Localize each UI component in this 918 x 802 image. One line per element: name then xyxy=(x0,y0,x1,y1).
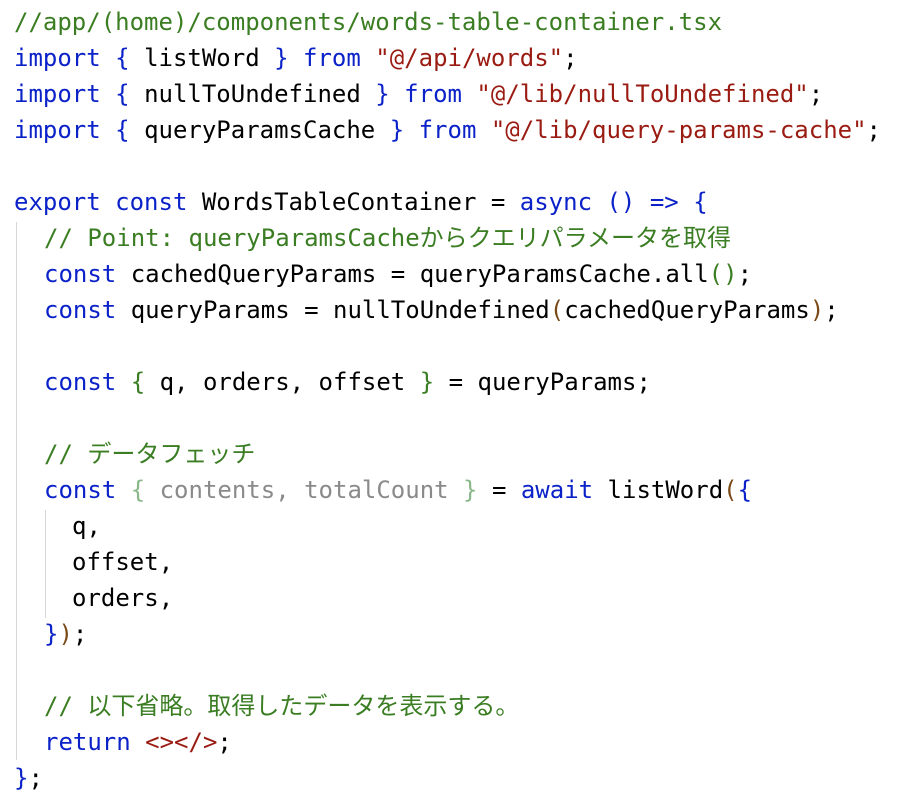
point-comment: // Point: queryParamsCacheからクエリパラメータを取得 xyxy=(44,224,731,252)
omitted-comment: // 以下省略。取得したデータを表示する。 xyxy=(44,692,520,720)
file-path-comment: //app/(home)/components/words-table-cont… xyxy=(14,8,723,36)
cached-params-line: const cachedQueryParams = queryParamsCac… xyxy=(44,260,753,288)
export-declaration-line: export const WordsTableContainer = async… xyxy=(14,188,708,216)
fetch-comment: // データフェッチ xyxy=(44,440,256,468)
indent-guide-inner xyxy=(45,510,46,618)
return-line: return <></>; xyxy=(44,728,232,756)
fetch-line: const { contents, totalCount } = await l… xyxy=(44,476,753,504)
fetch-close-line: }); xyxy=(44,620,88,648)
fetch-arg: offset, xyxy=(72,548,174,576)
code-editor[interactable]: //app/(home)/components/words-table-cont… xyxy=(0,0,918,802)
import-line: import { nullToUndefined } from "@/lib/n… xyxy=(14,80,824,108)
fetch-arg: q, xyxy=(72,512,101,540)
query-params-line: const queryParams = nullToUndefined(cach… xyxy=(44,296,839,324)
indent-guide-outer xyxy=(16,222,17,760)
closing-line: }; xyxy=(14,764,43,792)
fetch-arg: orders, xyxy=(72,584,174,612)
import-line: import { queryParamsCache } from "@/lib/… xyxy=(14,116,881,144)
destructure-line: const { q, orders, offset } = queryParam… xyxy=(44,368,651,396)
import-line: import { listWord } from "@/api/words"; xyxy=(14,44,578,72)
